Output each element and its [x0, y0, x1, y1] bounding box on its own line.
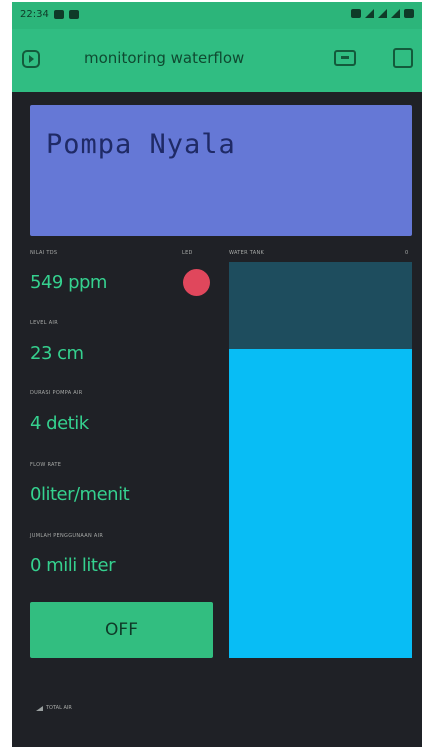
signal-icon	[378, 9, 387, 18]
lcd-display: Pompa Nyala	[30, 105, 412, 236]
jumlah-label: JUMLAH PENGGUNAAN AIR	[30, 533, 104, 539]
led-indicator	[183, 269, 210, 296]
tank-label-right: 0	[405, 250, 409, 256]
app-bar: monitoring waterflow	[12, 29, 422, 92]
square-icon[interactable]	[393, 48, 413, 68]
pump-toggle-button[interactable]: OFF	[30, 602, 213, 658]
tds-value: 549 ppm	[30, 272, 107, 293]
chart-icon	[36, 705, 43, 711]
status-bar: 22:34	[12, 2, 422, 29]
app-title: monitoring waterflow	[84, 49, 245, 67]
notification-icon	[53, 10, 64, 19]
tank-label: WATER TANK	[229, 250, 265, 256]
durasi-value: 4 detik	[30, 413, 89, 434]
water-tank-gauge	[229, 262, 412, 658]
status-time: 22:34	[20, 9, 49, 20]
tds-label: NILAI TDS	[30, 250, 58, 256]
device-icon[interactable]	[334, 50, 356, 66]
led-label: LED	[182, 250, 193, 256]
lcd-text: Pompa Nyala	[46, 129, 236, 160]
image-notification-icon	[68, 10, 79, 19]
phone-screen: 22:34 monitoring waterflow Pompa Nyala N…	[12, 2, 422, 747]
level-label: LEVEL AIR	[30, 320, 58, 326]
flow-value: 0liter/menit	[30, 484, 130, 505]
signal-2-icon	[391, 9, 400, 18]
play-box-icon[interactable]	[22, 50, 40, 68]
status-left: 22:34	[20, 9, 79, 20]
durasi-label: DURASI POMPA AIR	[30, 390, 83, 396]
jumlah-value: 0 mili liter	[30, 555, 115, 576]
total-air-label: TOTAL AIR	[36, 705, 72, 711]
wifi-icon	[365, 9, 374, 18]
status-right	[351, 9, 414, 18]
total-air-text: TOTAL AIR	[46, 705, 72, 711]
vibrate-icon	[351, 9, 361, 18]
battery-icon	[404, 9, 414, 18]
water-tank-fill	[229, 349, 412, 658]
flow-label: FLOW RATE	[30, 462, 62, 468]
level-value: 23 cm	[30, 343, 84, 364]
